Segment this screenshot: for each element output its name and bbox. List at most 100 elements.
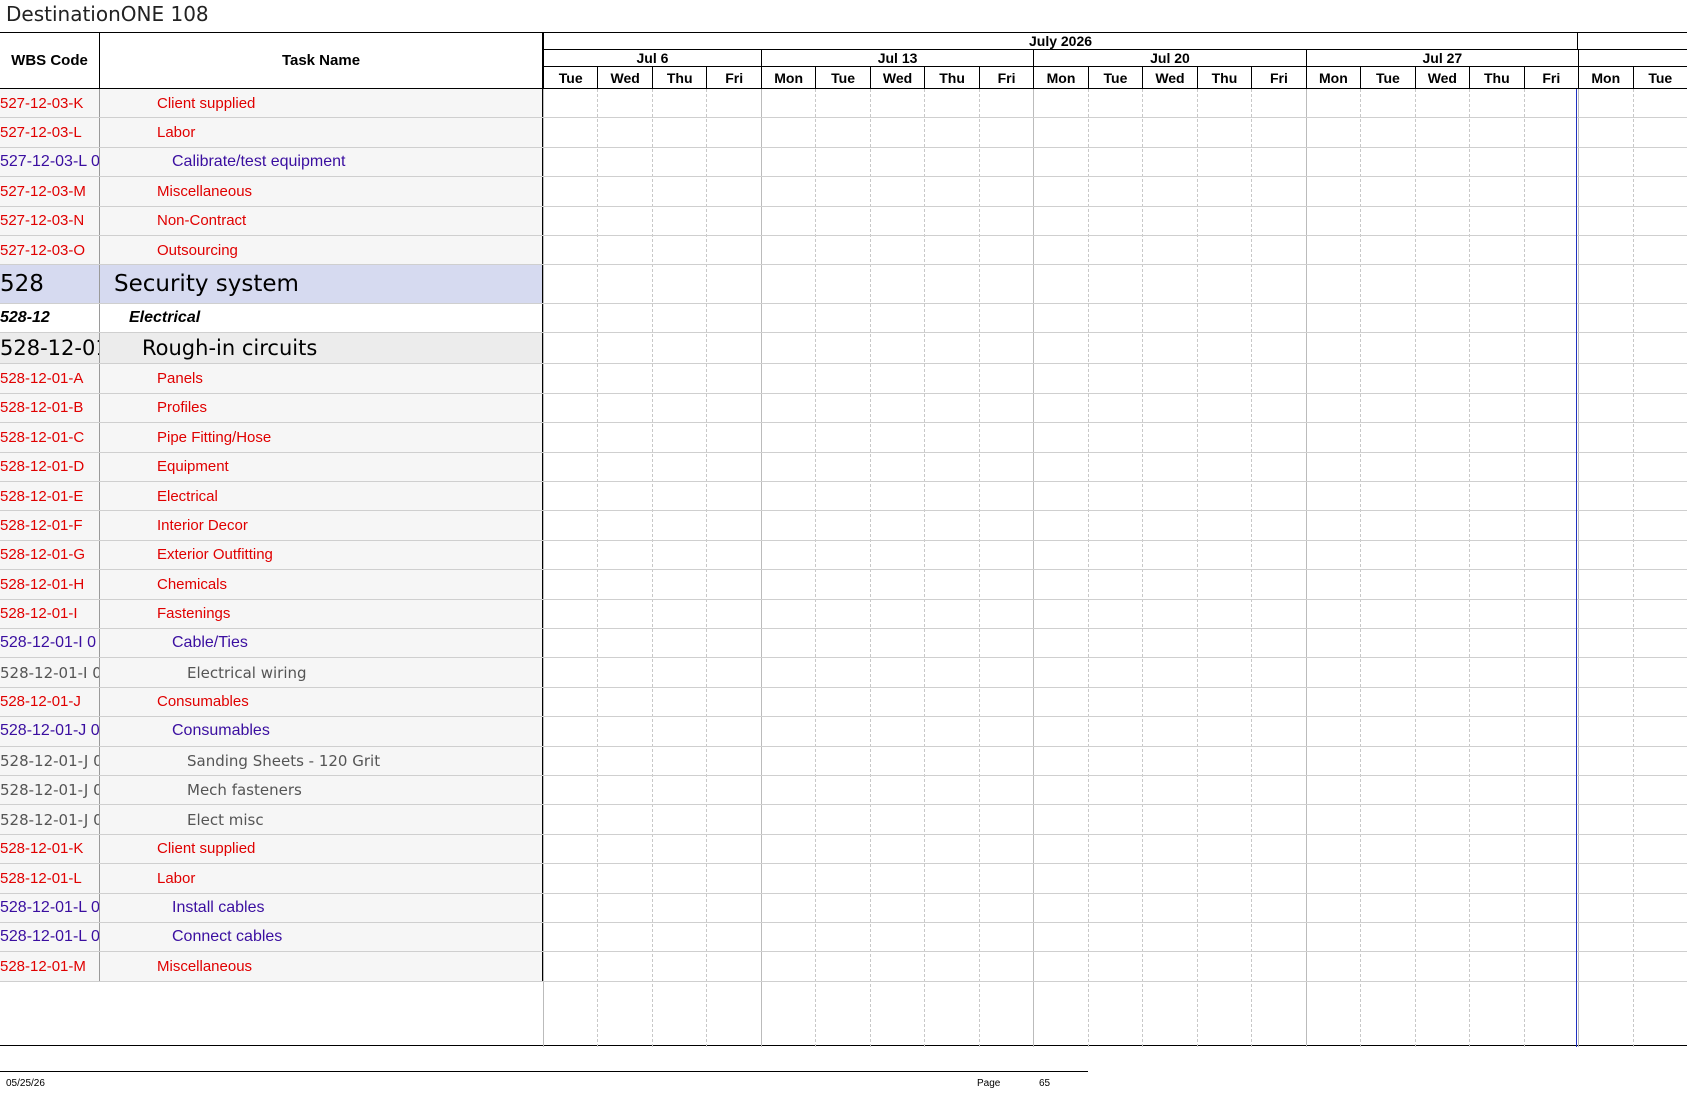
task-row[interactable]: 527-12-03-L Labor xyxy=(0,118,1687,148)
task-row[interactable]: 528-12-01-I Fastenings xyxy=(0,599,1687,629)
task-row[interactable]: 528-12-01-A Panels xyxy=(0,364,1687,394)
wbs-code-cell[interactable]: 527-12-03-L 0 xyxy=(0,147,100,177)
task-name-cell[interactable]: Interior Decor xyxy=(100,511,543,540)
task-row[interactable]: 528-12-01-L Labor xyxy=(0,864,1687,894)
task-name-cell[interactable]: Cable/Ties xyxy=(100,629,543,658)
task-row[interactable]: 528-12-01-I 01Electrical wiring xyxy=(0,658,1687,688)
footer-page-number: 65 xyxy=(1039,1078,1051,1089)
wbs-code-cell[interactable]: 528-12 xyxy=(0,304,100,333)
wbs-code-cell[interactable]: 528-12-01-E xyxy=(0,482,100,511)
wbs-code-cell[interactable]: 528-12-01 xyxy=(0,333,100,364)
wbs-code-cell[interactable]: 528-12-01-J xyxy=(0,687,100,717)
task-row[interactable]: 528-12-01-E Electrical xyxy=(0,482,1687,512)
task-name-cell[interactable]: Labor xyxy=(100,118,543,147)
wbs-code-cell[interactable]: 528-12-01-A xyxy=(0,364,100,393)
wbs-code-cell[interactable]: 528-12-01-I xyxy=(0,599,100,628)
task-name-cell[interactable]: Client supplied xyxy=(100,89,543,118)
wbs-code-cell[interactable]: 528-12-01-B xyxy=(0,393,100,423)
task-name-cell[interactable]: Exterior Outfitting xyxy=(100,540,543,570)
day-label: Fri xyxy=(1523,67,1578,88)
task-name-cell[interactable]: Connect cables xyxy=(100,923,543,952)
task-row[interactable]: 528-12-01-K Client supplied xyxy=(0,834,1687,865)
wbs-code-cell[interactable]: 528-12-01-I 01 xyxy=(0,658,100,687)
task-name-cell[interactable]: Fastenings xyxy=(100,599,543,628)
day-label: Thu xyxy=(651,67,706,88)
day-label: Thu xyxy=(924,67,978,88)
task-row[interactable]: 527-12-03-N Non-Contract xyxy=(0,206,1687,236)
task-row[interactable]: 528-12-01-J Consumables xyxy=(0,687,1687,718)
wbs-code-cell[interactable]: 528-12-01-J 01 xyxy=(0,746,100,775)
task-name-cell[interactable]: Chemicals xyxy=(100,570,543,599)
wbs-code-cell[interactable]: 528-12-01-H xyxy=(0,570,100,599)
day-label: Wed xyxy=(1414,67,1469,88)
task-row[interactable]: 528-12-01-L 0 Install cables xyxy=(0,893,1687,923)
task-row[interactable]: 528-12-01-B Profiles xyxy=(0,393,1687,424)
column-header-wbs[interactable]: WBS Code xyxy=(0,33,100,88)
task-name-cell[interactable]: Install cables xyxy=(100,893,543,922)
task-row[interactable]: 528-12-01-J 0 Consumables xyxy=(0,717,1687,747)
wbs-code-cell[interactable]: 528-12-01-F xyxy=(0,511,100,540)
wbs-code-cell[interactable]: 527-12-03-L xyxy=(0,118,100,147)
task-name-cell[interactable]: Electrical xyxy=(100,304,543,333)
wbs-code-cell[interactable]: 528-12-01-K xyxy=(0,834,100,864)
task-row[interactable]: 528 Security system xyxy=(0,265,1687,305)
wbs-code-cell[interactable]: 528-12-01-I 0 xyxy=(0,629,100,658)
wbs-code-cell[interactable]: 528-12-01-L 0 xyxy=(0,923,100,952)
task-name-cell[interactable]: Client supplied xyxy=(100,834,543,864)
task-row[interactable]: 528-12-01-J 01Mech fasteners xyxy=(0,776,1687,806)
wbs-code-cell[interactable]: 528 xyxy=(0,265,100,304)
task-name-cell[interactable]: Electrical xyxy=(100,482,543,511)
wbs-code-cell[interactable]: 528-12-01-J 01 xyxy=(0,805,100,834)
task-row[interactable]: 528-12-01-J 01Elect misc xyxy=(0,805,1687,835)
wbs-code-cell[interactable]: 527-12-03-O xyxy=(0,236,100,265)
task-name-cell[interactable]: Profiles xyxy=(100,393,543,423)
day-label: Thu xyxy=(1469,67,1523,88)
column-header-task[interactable]: Task Name xyxy=(100,33,543,88)
task-name-cell[interactable]: Calibrate/test equipment xyxy=(100,147,543,177)
task-name-cell[interactable]: Consumables xyxy=(100,687,543,717)
wbs-code-cell[interactable]: 527-12-03-M xyxy=(0,177,100,206)
task-name-cell[interactable]: Consumables xyxy=(100,717,543,746)
wbs-code-cell[interactable]: 528-12-01-C xyxy=(0,423,100,452)
wbs-code-cell[interactable]: 528-12-01-L 0 xyxy=(0,893,100,922)
task-row[interactable]: 528-12-01-F Interior Decor xyxy=(0,511,1687,541)
week-label xyxy=(1578,50,1687,67)
task-name-cell[interactable]: Miscellaneous xyxy=(100,177,543,206)
task-row[interactable]: 528-12-01-L 0 Connect cables xyxy=(0,923,1687,953)
task-name-cell[interactable]: Mech fasteners xyxy=(100,776,543,805)
wbs-code-cell[interactable]: 528-12-01-J 01 xyxy=(0,776,100,805)
task-name-cell[interactable]: Electrical wiring xyxy=(100,658,543,687)
task-row[interactable]: 528-12-01-I 0 Cable/Ties xyxy=(0,629,1687,659)
wbs-code-cell[interactable]: 527-12-03-K xyxy=(0,89,100,118)
task-row[interactable]: 528-12-01-D Equipment xyxy=(0,452,1687,482)
wbs-code-cell[interactable]: 528-12-01-D xyxy=(0,452,100,481)
wbs-code-cell[interactable]: 528-12-01-M xyxy=(0,952,100,981)
task-row[interactable]: 527-12-03-M Miscellaneous xyxy=(0,177,1687,207)
task-row[interactable]: 528-12-01-C Pipe Fitting/Hose xyxy=(0,423,1687,453)
task-name-cell[interactable]: Sanding Sheets - 120 Grit xyxy=(100,746,543,775)
task-row[interactable]: 528-12-01-H Chemicals xyxy=(0,570,1687,600)
task-name-cell[interactable]: Equipment xyxy=(100,452,543,481)
task-name-cell[interactable]: Pipe Fitting/Hose xyxy=(100,423,543,452)
task-name-cell[interactable]: Rough-in circuits xyxy=(100,333,543,364)
task-row[interactable]: 527-12-03-K Client supplied xyxy=(0,89,1687,119)
task-row[interactable]: 528-12-01 Rough-in circuits xyxy=(0,333,1687,365)
task-name-cell[interactable]: Miscellaneous xyxy=(100,952,543,981)
week-label: Jul 20 xyxy=(1033,50,1306,67)
task-name-cell[interactable]: Elect misc xyxy=(100,805,543,834)
wbs-code-cell[interactable]: 528-12-01-G xyxy=(0,540,100,570)
task-name-cell[interactable]: Panels xyxy=(100,364,543,393)
task-name-cell[interactable]: Labor xyxy=(100,864,543,893)
task-row[interactable]: 527-12-03-O Outsourcing xyxy=(0,236,1687,266)
task-name-cell[interactable]: Non-Contract xyxy=(100,206,543,235)
wbs-code-cell[interactable]: 528-12-01-J 0 xyxy=(0,717,100,746)
task-row[interactable]: 528-12-01-G Exterior Outfitting xyxy=(0,540,1687,571)
task-row[interactable]: 528-12 Electrical xyxy=(0,304,1687,334)
task-row[interactable]: 528-12-01-J 01Sanding Sheets - 120 Grit xyxy=(0,746,1687,776)
task-name-cell[interactable]: Outsourcing xyxy=(100,236,543,265)
task-name-cell[interactable]: Security system xyxy=(100,265,543,304)
wbs-code-cell[interactable]: 528-12-01-L xyxy=(0,864,100,893)
task-row[interactable]: 527-12-03-L 0 Calibrate/test equipment xyxy=(0,147,1687,178)
wbs-code-cell[interactable]: 527-12-03-N xyxy=(0,206,100,235)
task-row[interactable]: 528-12-01-M Miscellaneous xyxy=(0,952,1687,982)
